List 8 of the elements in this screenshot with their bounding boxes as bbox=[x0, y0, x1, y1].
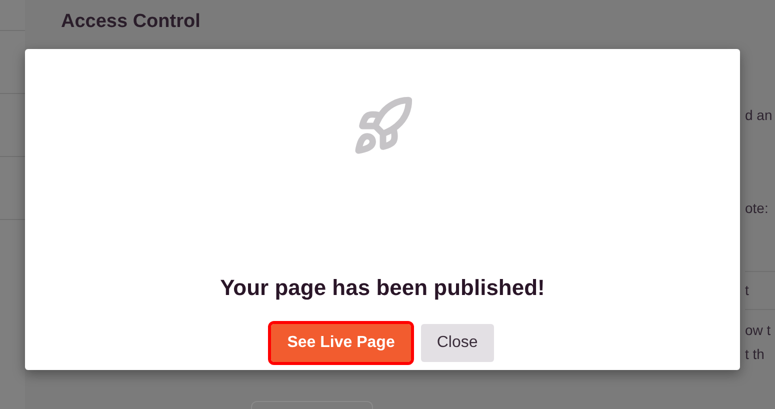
body-text: ote: bbox=[745, 199, 770, 218]
close-button[interactable]: Close bbox=[420, 324, 494, 362]
body-text: t th bbox=[745, 345, 766, 364]
page-heading: Access Control bbox=[61, 10, 202, 34]
modal-message: Your page has been published! bbox=[220, 274, 545, 302]
body-text: d an bbox=[745, 106, 774, 125]
body-text: ow t bbox=[745, 321, 772, 340]
table-header-cell: t bbox=[745, 282, 749, 298]
